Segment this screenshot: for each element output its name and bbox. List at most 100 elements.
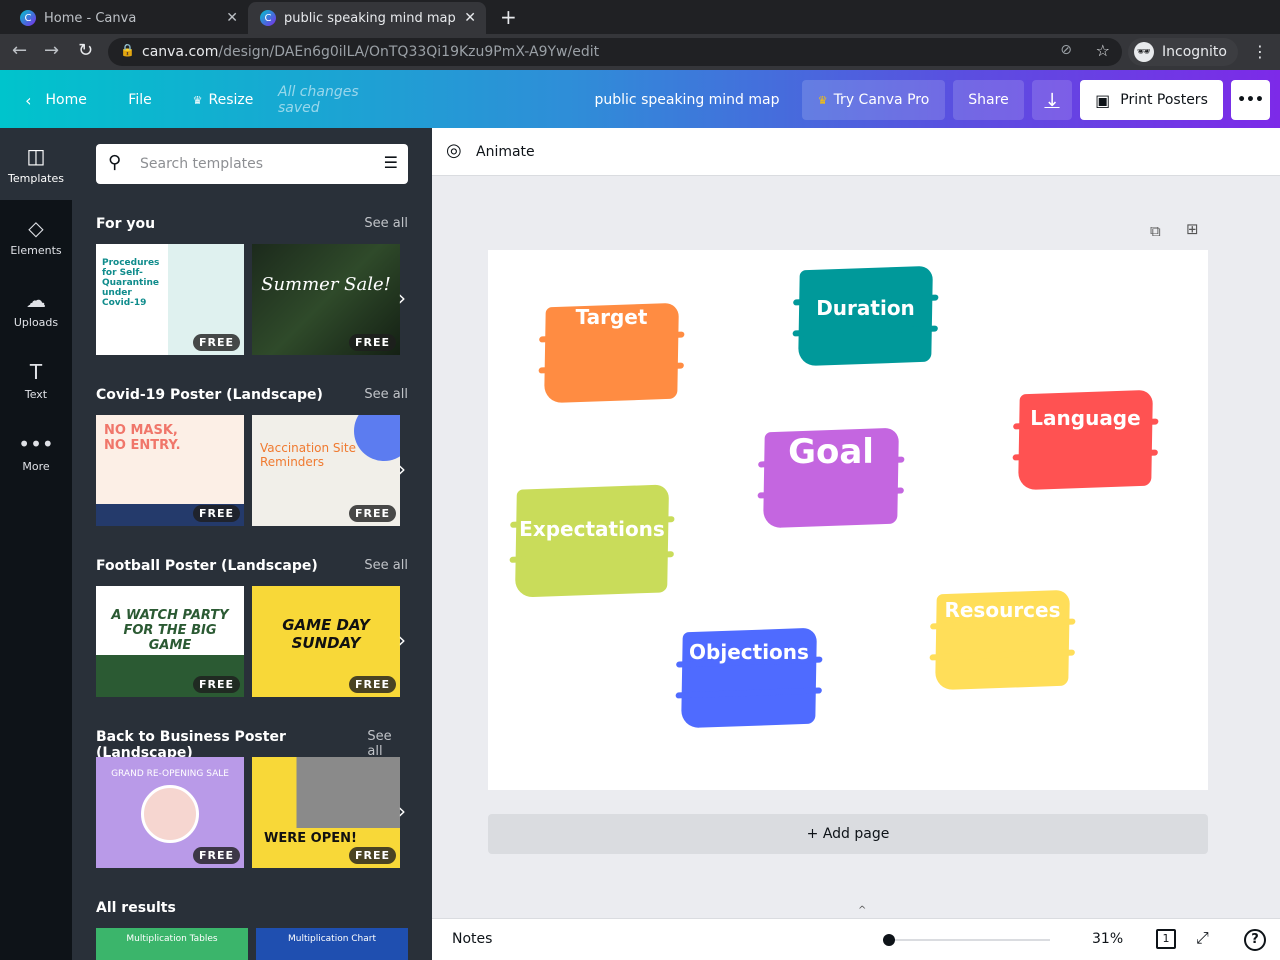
free-badge: FREE — [192, 847, 240, 864]
filter-icon[interactable]: ☰ — [384, 153, 398, 172]
profile-label: Incognito — [1162, 44, 1227, 60]
file-menu-button[interactable]: File — [120, 80, 160, 120]
node-label: Resources — [944, 598, 1061, 622]
thumb-title: Summer Sale! — [261, 274, 391, 295]
text-icon: T — [29, 359, 43, 384]
thumb-title: Vaccination Site Reminders — [260, 441, 356, 469]
see-all-link[interactable]: See all — [364, 216, 408, 232]
thumb-title: Multiplication Chart — [287, 934, 376, 944]
tab-home-canva[interactable]: C Home - Canva ✕ — [8, 2, 248, 34]
try-canva-pro-button[interactable]: ♛ Try Canva Pro — [802, 80, 945, 120]
animate-toolbar: ◎ Animate — [432, 128, 1280, 176]
side-rail: ◫ Templates ◇ Elements ☁ Uploads T Text ••• M… — [0, 128, 72, 960]
bookmark-star-icon[interactable]: ☆ — [1096, 41, 1110, 60]
template-thumb[interactable]: NO MASK, NO ENTRY. FREE — [96, 415, 244, 526]
section-for-you: For you See all — [96, 216, 408, 232]
help-icon[interactable]: ? — [1244, 929, 1266, 951]
section-title: All results — [96, 900, 176, 916]
share-button[interactable]: Share — [953, 80, 1024, 120]
editor-header: ‹ Home File ♛ Resize All changes saved pub… — [0, 70, 1280, 128]
add-page-button[interactable]: + Add page — [488, 814, 1208, 854]
search-placeholder: Search templates — [140, 156, 264, 172]
chevron-left-icon: ‹ — [25, 90, 32, 110]
mindmap-node-expectations[interactable]: Expectations — [514, 484, 670, 598]
incognito-icon: 🕶 — [1134, 42, 1154, 62]
mindmap-node-target[interactable]: Target — [544, 302, 679, 404]
template-thumb[interactable]: WERE OPEN! FREE — [252, 757, 400, 868]
thumb-title: Multiplication Tables — [126, 934, 218, 944]
back-icon[interactable]: ← — [12, 40, 27, 61]
url-input[interactable]: 🔒 canva.com/design/DAEn6g0ilLA/OnTQ33Qi1… — [108, 38, 1122, 66]
zoom-slider-handle[interactable] — [883, 934, 895, 946]
add-page-icon[interactable]: ⊞ — [1186, 220, 1199, 238]
more-options-button[interactable]: ••• — [1231, 80, 1270, 120]
see-all-link[interactable]: See all — [364, 387, 408, 403]
section-title: Football Poster (Landscape) — [96, 558, 318, 574]
rail-templates[interactable]: ◫ Templates — [0, 128, 72, 200]
templates-panel: ⚲ Search templates ☰ For you See all Proc… — [72, 128, 432, 960]
search-templates-input[interactable]: ⚲ Search templates ☰ — [96, 144, 408, 184]
rail-more[interactable]: ••• More — [0, 416, 72, 488]
incognito-badge[interactable]: 🕶 Incognito — [1128, 38, 1238, 66]
node-label: Language — [1030, 406, 1141, 430]
carousel-next-icon[interactable]: › — [398, 286, 406, 310]
rail-uploads[interactable]: ☁ Uploads — [0, 272, 72, 344]
search-icon: ⚲ — [108, 152, 122, 173]
notes-button[interactable]: Notes — [452, 931, 492, 947]
mindmap-node-duration[interactable]: Duration — [798, 265, 933, 367]
resize-button[interactable]: ♛ Resize — [188, 80, 258, 120]
template-thumb[interactable]: GAME DAY SUNDAY FREE — [252, 586, 400, 697]
rail-text[interactable]: T Text — [0, 344, 72, 416]
vertical-scrollbar[interactable] — [1270, 176, 1280, 908]
url-domain: canva.com — [142, 44, 219, 60]
carousel-next-icon[interactable]: › — [398, 628, 406, 652]
section-covid: Covid-19 Poster (Landscape) See all — [96, 387, 408, 403]
mindmap-node-objections[interactable]: Objections — [681, 627, 817, 729]
rail-elements[interactable]: ◇ Elements — [0, 200, 72, 272]
free-badge: FREE — [348, 676, 396, 693]
editor-footer: ^ Notes 31% 1 ⤢ ? — [432, 905, 1280, 960]
carousel-next-icon[interactable]: › — [398, 457, 406, 481]
template-thumb[interactable]: Procedures for Self-Quarantine under Cov… — [96, 244, 244, 355]
home-label: Home — [45, 92, 87, 108]
chevron-up-icon[interactable]: ^ — [858, 905, 866, 916]
section-football: Football Poster (Landscape) See all — [96, 558, 408, 574]
browser-menu-icon[interactable]: ⋮ — [1252, 42, 1268, 61]
template-thumb[interactable]: Vaccination Site Reminders FREE — [252, 415, 400, 526]
animate-button[interactable]: Animate — [476, 144, 535, 160]
forward-icon[interactable]: → — [44, 40, 59, 61]
print-posters-button[interactable]: ▣ Print Posters — [1080, 80, 1223, 120]
page-count-button[interactable]: 1 — [1156, 929, 1176, 949]
fullscreen-icon[interactable]: ⤢ — [1196, 928, 1209, 948]
mindmap-node-goal[interactable]: Goal — [763, 427, 899, 529]
tab-public-speaking[interactable]: Cpublic speaking mind map ✕ — [248, 2, 486, 34]
brush-stroke — [514, 484, 670, 598]
mindmap-node-resources[interactable]: Resources — [935, 589, 1070, 691]
zoom-slider[interactable] — [884, 939, 1050, 941]
zoom-level[interactable]: 31% — [1092, 931, 1123, 947]
design-page[interactable]: Target Duration Language Goal Expectatio… — [488, 250, 1208, 790]
mindmap-node-language[interactable]: Language — [1018, 389, 1153, 491]
close-tab-icon[interactable]: ✕ — [464, 10, 476, 26]
template-thumb[interactable]: Summer Sale! FREE — [252, 244, 400, 355]
home-button[interactable]: ‹ Home — [18, 80, 94, 120]
template-thumb[interactable]: Multiplication Chart — [256, 928, 408, 960]
thumb-title: NO MASK, NO ENTRY. — [104, 423, 181, 453]
thumb-title: GAME DAY SUNDAY — [282, 616, 370, 652]
see-all-link[interactable]: See all — [364, 558, 408, 574]
carousel-next-icon[interactable]: › — [398, 799, 406, 823]
document-title[interactable]: public speaking mind map — [590, 80, 784, 120]
tracking-off-icon[interactable]: ⊘ — [1060, 42, 1072, 58]
close-tab-icon[interactable]: ✕ — [226, 10, 238, 26]
new-tab-button[interactable]: + — [500, 5, 517, 29]
free-badge: FREE — [348, 334, 396, 351]
template-thumb[interactable]: Multiplication Tables — [96, 928, 248, 960]
reload-icon[interactable]: ↻ — [78, 40, 93, 61]
template-thumb[interactable]: A WATCH PARTY FOR THE BIG GAME FREE — [96, 586, 244, 697]
node-label: Expectations — [519, 517, 665, 541]
horizontal-scrollbar[interactable] — [432, 904, 1270, 918]
template-thumb[interactable]: GRAND RE-OPENING SALE FREE — [96, 757, 244, 868]
download-button[interactable]: ↓ — [1032, 80, 1072, 120]
duplicate-page-icon[interactable]: ⧉ — [1150, 222, 1161, 240]
rail-label: Templates — [8, 171, 64, 185]
